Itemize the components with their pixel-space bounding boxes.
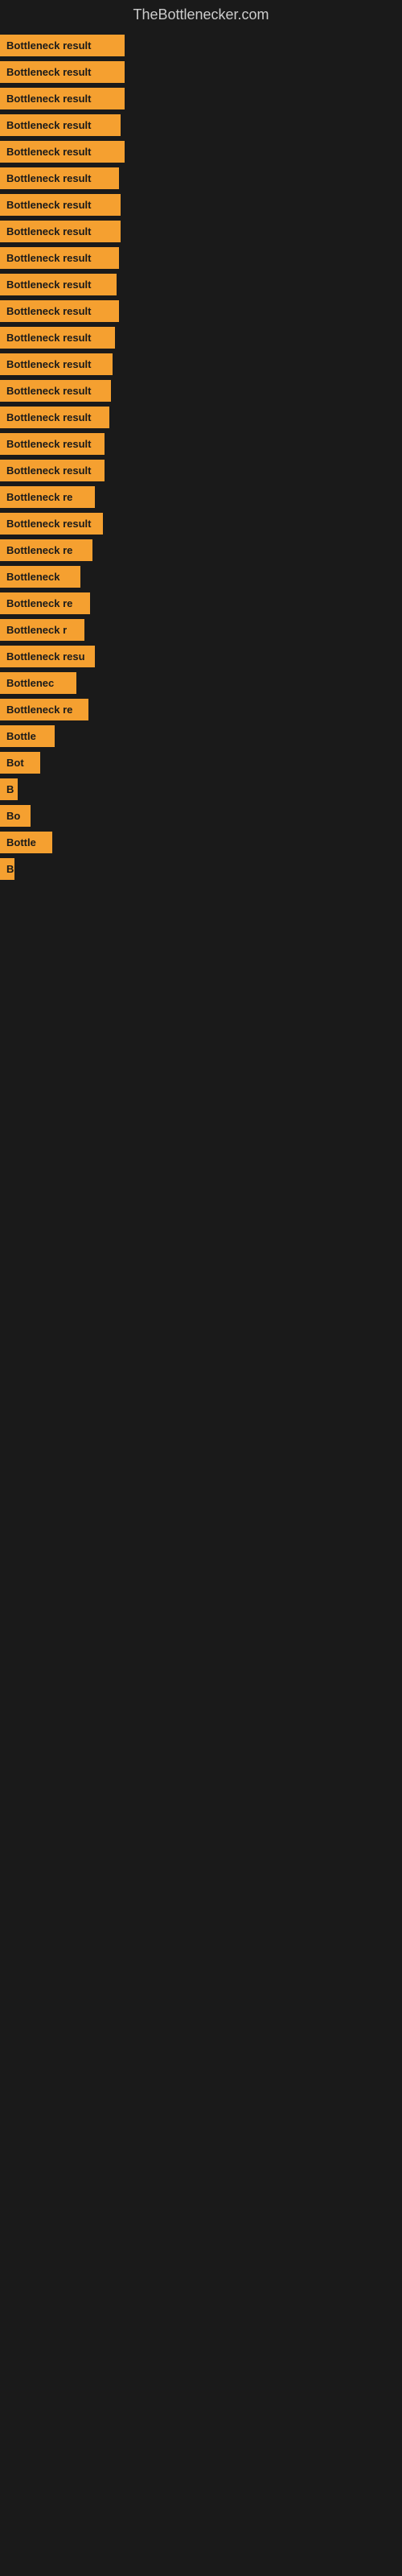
bottleneck-bar: Bottleneck result bbox=[0, 114, 121, 136]
bar-row: Bottleneck result bbox=[0, 431, 402, 456]
bottleneck-bar: Bottleneck result bbox=[0, 513, 103, 535]
bottleneck-bar: Bottleneck re bbox=[0, 539, 92, 561]
bottleneck-bar: Bottleneck result bbox=[0, 407, 109, 428]
bottleneck-bar: Bottleneck result bbox=[0, 274, 117, 295]
bottleneck-bar: B bbox=[0, 858, 14, 880]
bar-row: Bottleneck resu bbox=[0, 644, 402, 669]
bottleneck-bar: Bottleneck result bbox=[0, 194, 121, 216]
bottleneck-bar: Bo bbox=[0, 805, 31, 827]
bottleneck-bar: Bottleneck result bbox=[0, 380, 111, 402]
bottleneck-bar: Bottleneck result bbox=[0, 167, 119, 189]
bar-row: Bottleneck result bbox=[0, 511, 402, 536]
bar-row: Bottleneck re bbox=[0, 697, 402, 722]
bar-row: Bottleneck result bbox=[0, 113, 402, 138]
bar-row: Bottleneck result bbox=[0, 33, 402, 58]
bottleneck-bar: Bottleneck result bbox=[0, 88, 125, 109]
bar-row: Bottleneck re bbox=[0, 591, 402, 616]
bar-row: Bot bbox=[0, 750, 402, 775]
bottleneck-bar: Bottleneck result bbox=[0, 221, 121, 242]
bar-row: Bottlenec bbox=[0, 671, 402, 696]
bottleneck-bar: Bottleneck result bbox=[0, 61, 125, 83]
bottleneck-bar: Bottlenec bbox=[0, 672, 76, 694]
bars-container: Bottleneck result Bottleneck result Bottle… bbox=[0, 30, 402, 886]
bottleneck-bar: Bottleneck r bbox=[0, 619, 84, 641]
bottleneck-bar: Bottleneck bbox=[0, 566, 80, 588]
bar-row: B bbox=[0, 857, 402, 881]
bottleneck-bar: Bottleneck result bbox=[0, 247, 119, 269]
bottleneck-bar: Bot bbox=[0, 752, 40, 774]
bottleneck-bar: Bottleneck result bbox=[0, 300, 119, 322]
bar-row: Bottleneck result bbox=[0, 139, 402, 164]
bar-row: Bottleneck result bbox=[0, 325, 402, 350]
bottleneck-bar: Bottleneck resu bbox=[0, 646, 95, 667]
bar-row: Bottleneck result bbox=[0, 272, 402, 297]
bar-row: Bottle bbox=[0, 830, 402, 855]
bottleneck-bar: Bottleneck result bbox=[0, 141, 125, 163]
bar-row: Bottleneck result bbox=[0, 299, 402, 324]
bottleneck-bar: B bbox=[0, 778, 18, 800]
bar-row: Bottleneck result bbox=[0, 219, 402, 244]
bar-row: Bottleneck re bbox=[0, 538, 402, 563]
bottleneck-bar: Bottleneck result bbox=[0, 327, 115, 349]
bar-row: Bottleneck result bbox=[0, 192, 402, 217]
bottleneck-bar: Bottleneck result bbox=[0, 433, 105, 455]
bar-row: Bottleneck result bbox=[0, 246, 402, 270]
bar-row: B bbox=[0, 777, 402, 802]
bottleneck-bar: Bottleneck re bbox=[0, 486, 95, 508]
bar-row: Bottleneck result bbox=[0, 166, 402, 191]
site-title: TheBottlenecker.com bbox=[0, 0, 402, 30]
bar-row: Bottleneck result bbox=[0, 60, 402, 85]
bottleneck-bar: Bottleneck result bbox=[0, 35, 125, 56]
bar-row: Bottleneck bbox=[0, 564, 402, 589]
bottleneck-bar: Bottleneck result bbox=[0, 353, 113, 375]
bar-row: Bottleneck result bbox=[0, 458, 402, 483]
bottleneck-bar: Bottleneck re bbox=[0, 699, 88, 720]
bottleneck-bar: Bottleneck re bbox=[0, 592, 90, 614]
bar-row: Bo bbox=[0, 803, 402, 828]
bar-row: Bottleneck result bbox=[0, 352, 402, 377]
bar-row: Bottleneck result bbox=[0, 405, 402, 430]
bottleneck-bar: Bottleneck result bbox=[0, 460, 105, 481]
bar-row: Bottleneck r bbox=[0, 617, 402, 642]
bar-row: Bottleneck result bbox=[0, 86, 402, 111]
bottleneck-bar: Bottle bbox=[0, 832, 52, 853]
bar-row: Bottleneck result bbox=[0, 378, 402, 403]
bar-row: Bottle bbox=[0, 724, 402, 749]
bottleneck-bar: Bottle bbox=[0, 725, 55, 747]
bar-row: Bottleneck re bbox=[0, 485, 402, 510]
